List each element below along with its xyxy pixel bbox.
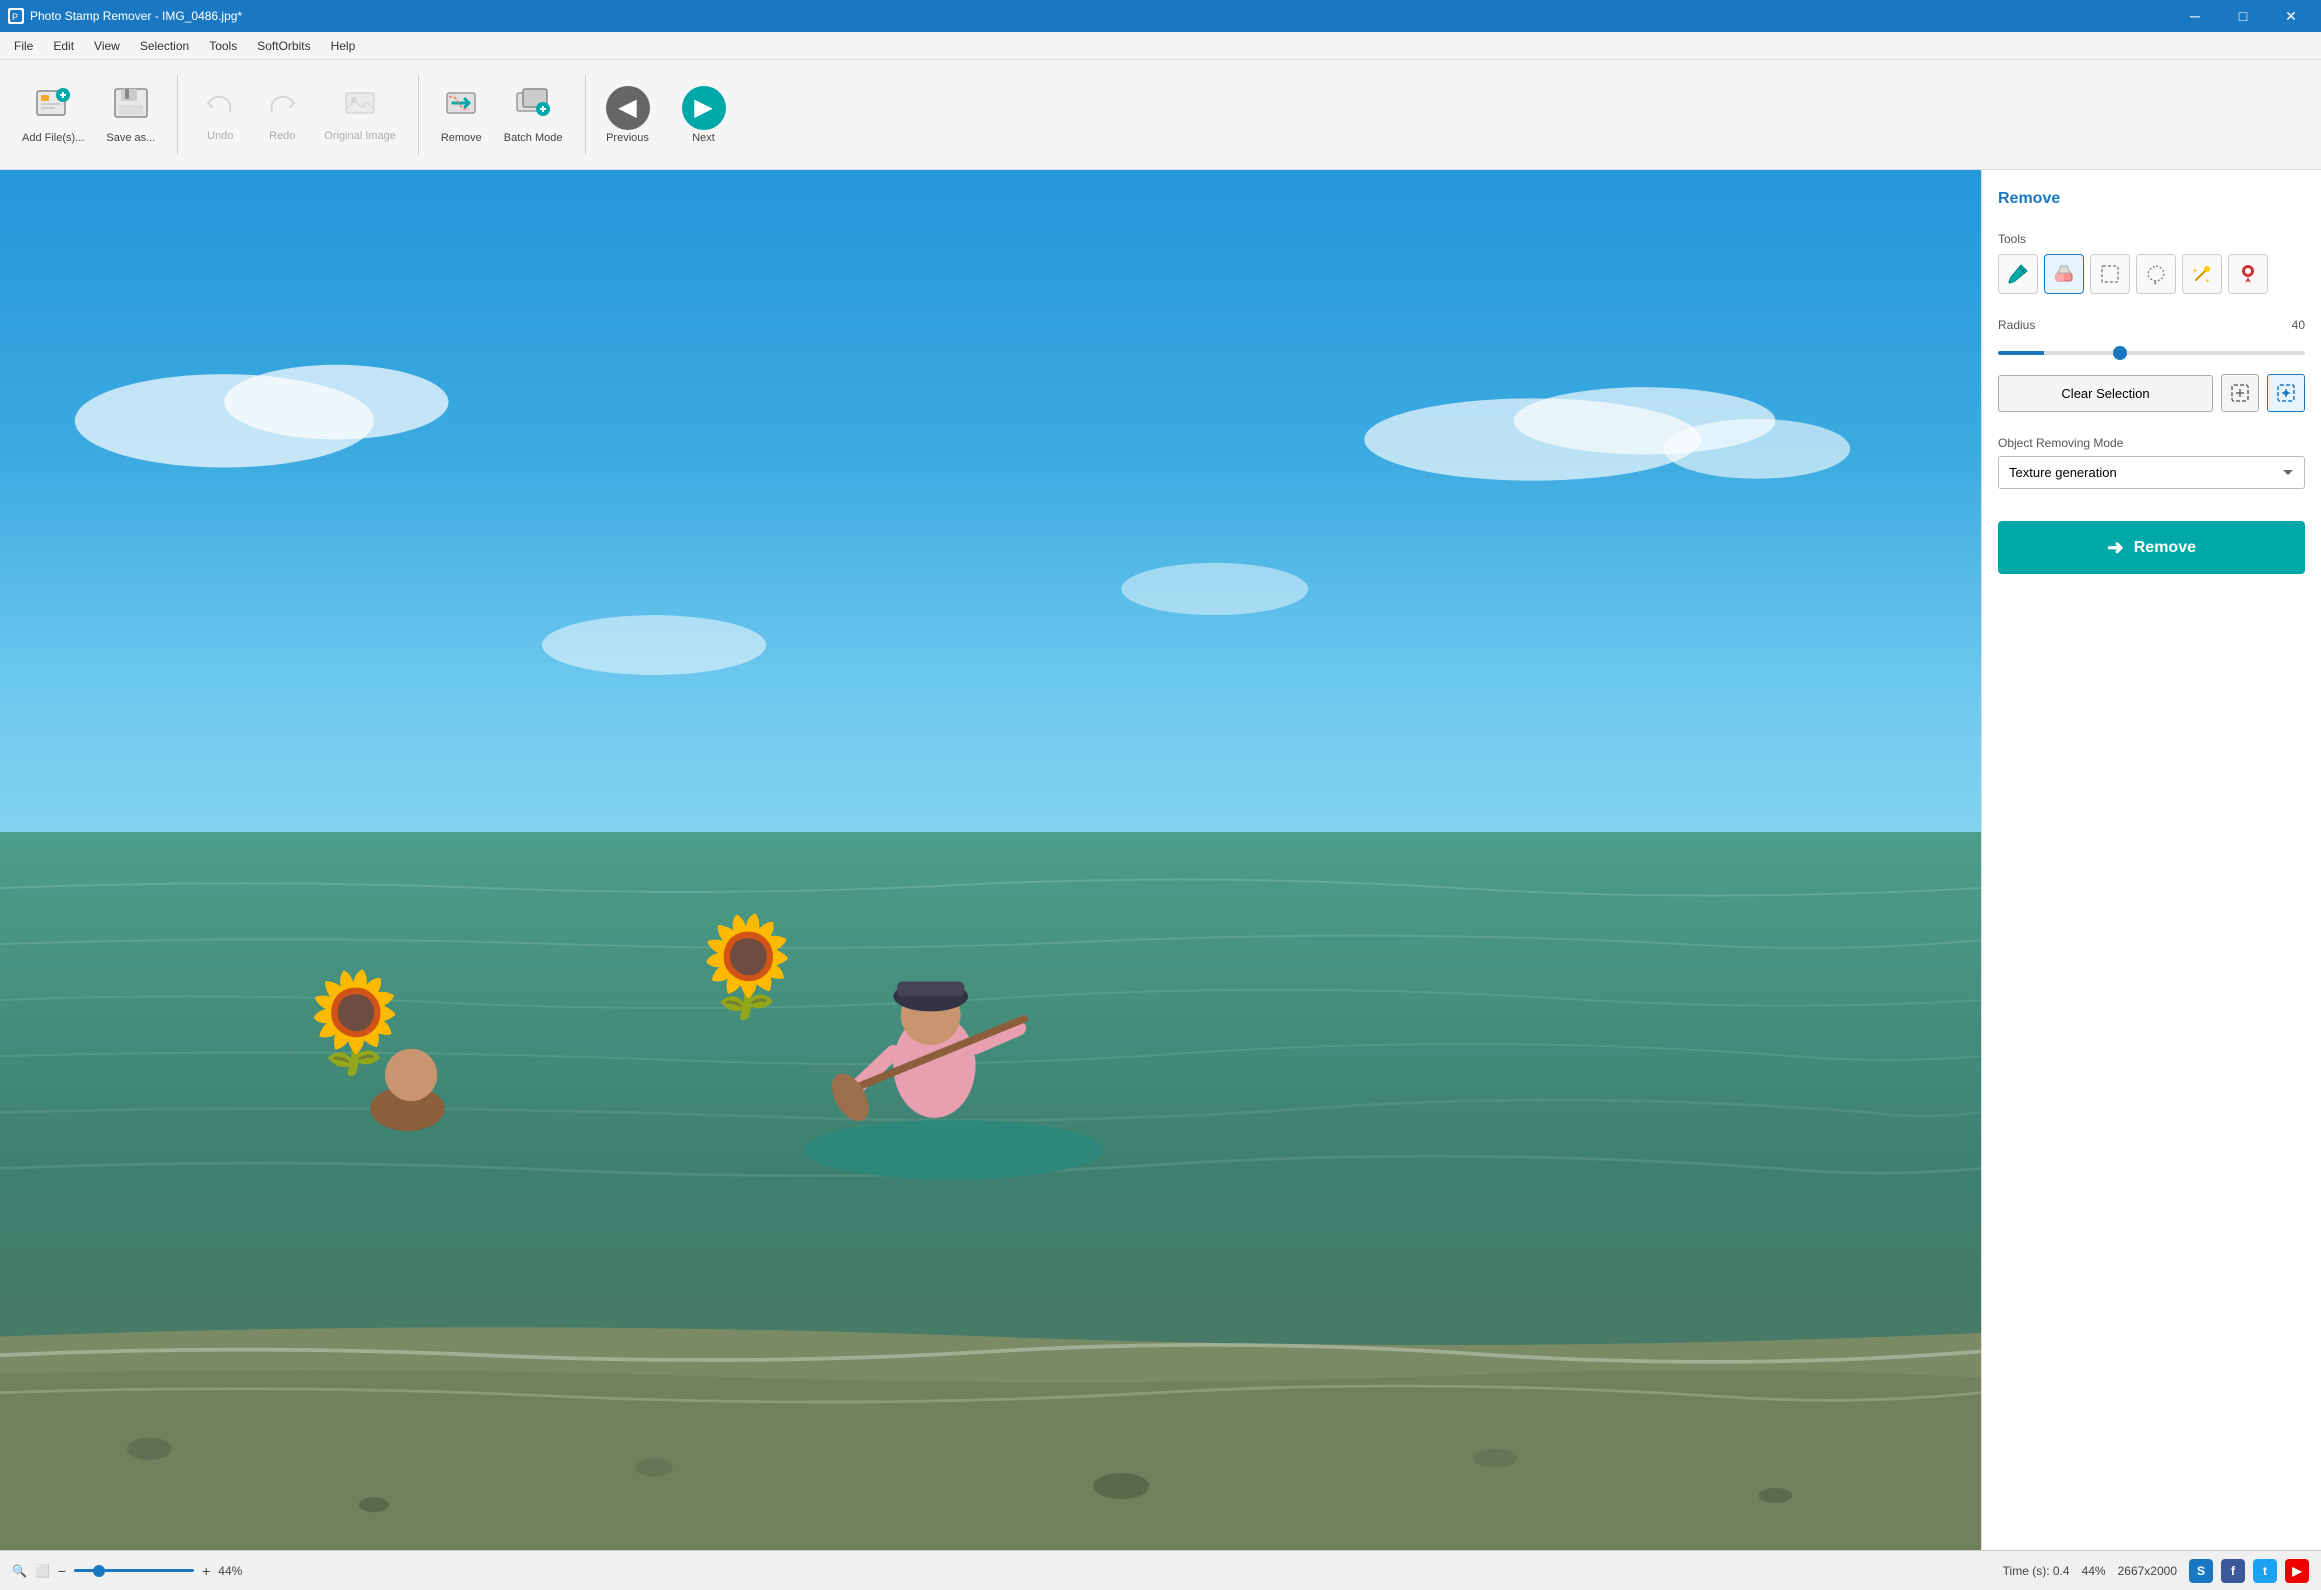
add-files-label: Add File(s)...: [22, 132, 84, 144]
main-layout: 🌻 🌻 Remove Tools: [0, 170, 2321, 1550]
undo-icon: [204, 87, 236, 126]
scene-container: 🌻 🌻: [0, 170, 1981, 1550]
menu-selection[interactable]: Selection: [130, 35, 199, 57]
sun-emoji-1: 🌻: [295, 967, 416, 1078]
window-title: Photo Stamp Remover - IMG_0486.jpg*: [30, 9, 242, 23]
facebook-icon[interactable]: f: [2221, 1559, 2245, 1583]
right-panel: Remove Tools: [1981, 170, 2321, 1550]
zoom-value-display: 44%: [2082, 1564, 2106, 1578]
close-button[interactable]: ✕: [2269, 0, 2313, 32]
status-left: 🔍 ⬜ − + 44%: [12, 1563, 242, 1579]
batch-mode-label: Batch Mode: [504, 132, 563, 144]
title-bar: P Photo Stamp Remover - IMG_0486.jpg* ─ …: [0, 0, 2321, 32]
tools-label: Tools: [1998, 232, 2305, 246]
magic-wand-tool-button[interactable]: ✦ ✦: [2182, 254, 2222, 294]
radius-label: Radius: [1998, 318, 2035, 332]
undo-label: Undo: [207, 130, 233, 142]
toolbar-sep-2: [418, 75, 419, 155]
clear-selection-row: Clear Selection: [1998, 374, 2305, 412]
original-image-label: Original Image: [324, 130, 396, 142]
youtube-icon[interactable]: ▶: [2285, 1559, 2309, 1583]
svg-text:✦: ✦: [2205, 278, 2210, 285]
previous-label: Previous: [606, 132, 649, 144]
save-as-icon: [113, 85, 149, 128]
time-display: Time (s): 0.4: [2003, 1564, 2070, 1578]
clear-selection-button[interactable]: Clear Selection: [1998, 375, 2213, 412]
menu-bar: File Edit View Selection Tools SoftOrbit…: [0, 32, 2321, 60]
original-image-icon: [344, 87, 376, 126]
window-controls: ─ □ ✕: [2173, 0, 2313, 32]
toolbar: Add File(s)... Save as... Und: [0, 60, 2321, 170]
lasso-tool-button[interactable]: [2136, 254, 2176, 294]
menu-view[interactable]: View: [84, 35, 130, 57]
menu-edit[interactable]: Edit: [43, 35, 84, 57]
eraser-tool-button[interactable]: [2044, 254, 2084, 294]
original-image-button[interactable]: Original Image: [314, 70, 406, 160]
remove-icon: [443, 85, 479, 128]
menu-help[interactable]: Help: [321, 35, 366, 57]
toolbar-sep-3: [585, 75, 586, 155]
canvas-area[interactable]: 🌻 🌻: [0, 170, 1981, 1550]
twitter-icon[interactable]: t: [2253, 1559, 2277, 1583]
batch-mode-button[interactable]: Batch Mode: [494, 70, 573, 160]
save-as-button[interactable]: Save as...: [96, 70, 165, 160]
redo-label: Redo: [269, 130, 295, 142]
selection-mode-button-2[interactable]: [2267, 374, 2305, 412]
add-files-icon: [35, 85, 71, 128]
zoom-out-icon[interactable]: −: [58, 1563, 66, 1579]
panel-title: Remove: [1998, 190, 2305, 208]
stamp-tool-button[interactable]: [2228, 254, 2268, 294]
status-bar: 🔍 ⬜ − + 44% Time (s): 0.4 44% 2667x2000 …: [0, 1550, 2321, 1590]
object-removing-mode-dropdown[interactable]: Texture generation Content aware fill Bl…: [1998, 456, 2305, 489]
previous-circle-icon: ◀: [606, 86, 650, 130]
radius-value: 40: [2292, 318, 2305, 332]
next-circle-icon: ▶: [682, 86, 726, 130]
brush-tool-button[interactable]: [1998, 254, 2038, 294]
next-nav-button[interactable]: ▶ Next: [674, 82, 734, 148]
zoom-in-icon[interactable]: +: [202, 1563, 210, 1579]
social-icons: S f t ▶: [2189, 1559, 2309, 1583]
add-files-button[interactable]: Add File(s)...: [12, 70, 94, 160]
selection-mode-button-1[interactable]: [2221, 374, 2259, 412]
softorbits-icon[interactable]: S: [2189, 1559, 2213, 1583]
remove-label: Remove: [441, 132, 482, 144]
menu-file[interactable]: File: [4, 35, 43, 57]
app-icon: P: [8, 8, 24, 24]
minimize-button[interactable]: ─: [2173, 0, 2217, 32]
remove-arrow-icon: ➜: [2107, 535, 2124, 560]
remove-action-label: Remove: [2134, 539, 2196, 557]
maximize-button[interactable]: □: [2221, 0, 2265, 32]
redo-icon: [266, 87, 298, 126]
save-as-label: Save as...: [106, 132, 155, 144]
selection-icon[interactable]: ⬜: [35, 1564, 50, 1578]
menu-softorbits[interactable]: SoftOrbits: [247, 35, 320, 57]
next-label: Next: [692, 132, 715, 144]
radius-slider[interactable]: [1998, 351, 2305, 355]
zoom-percent-display: 44%: [218, 1564, 242, 1578]
status-right: Time (s): 0.4 44% 2667x2000 S f t ▶: [2003, 1559, 2309, 1583]
batch-mode-icon: [515, 85, 551, 128]
svg-text:✦: ✦: [2192, 267, 2198, 275]
remove-button[interactable]: Remove: [431, 70, 492, 160]
tools-row: ✦ ✦: [1998, 254, 2305, 294]
previous-nav-button[interactable]: ◀ Previous: [598, 82, 658, 148]
svg-text:P: P: [12, 12, 18, 22]
sun-emoji-2: 🌻: [687, 911, 808, 1022]
object-removing-mode-label: Object Removing Mode: [1998, 436, 2305, 450]
zoom-fit-icon[interactable]: 🔍: [12, 1564, 27, 1578]
undo-button[interactable]: Undo: [190, 70, 250, 160]
zoom-slider[interactable]: [74, 1569, 194, 1572]
menu-tools[interactable]: Tools: [199, 35, 247, 57]
rect-select-tool-button[interactable]: [2090, 254, 2130, 294]
dimensions-display: 2667x2000: [2118, 1564, 2177, 1578]
remove-action-button[interactable]: ➜ Remove: [1998, 521, 2305, 574]
toolbar-sep-1: [177, 75, 178, 155]
redo-button[interactable]: Redo: [252, 70, 312, 160]
